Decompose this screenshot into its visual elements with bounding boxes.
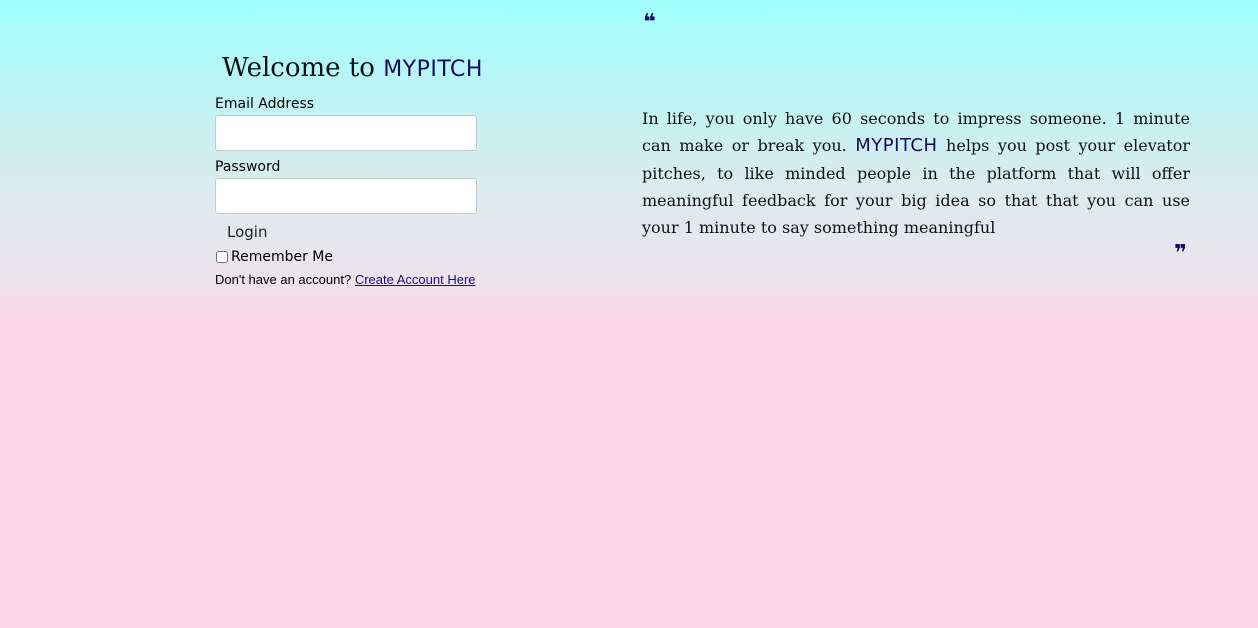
quote-open-icon: ❝ (643, 10, 656, 35)
login-button[interactable]: Login (227, 222, 267, 242)
remember-me-label: Remember Me (231, 249, 333, 265)
remember-me-checkbox[interactable] (216, 251, 228, 263)
brand-name: MYPITCH (383, 57, 483, 82)
signup-text: Don't have an account? (215, 272, 352, 287)
signup-prompt: Don't have an account? Create Account He… (215, 272, 485, 287)
email-label: Email Address (215, 96, 315, 112)
password-field[interactable] (215, 178, 477, 214)
create-account-link[interactable]: Create Account Here (355, 272, 476, 287)
login-panel: Welcome to MYPITCH Email Address Passwor… (215, 50, 485, 287)
remember-me-row: Remember Me (215, 249, 485, 265)
welcome-heading: Welcome to MYPITCH (222, 50, 485, 88)
about-text: In life, you only have 60 seconds to imp… (642, 105, 1190, 241)
quote-close-icon: ❞ (1174, 241, 1187, 266)
password-label: Password (215, 159, 281, 175)
email-field[interactable] (215, 115, 477, 151)
welcome-text: Welcome to (222, 53, 375, 83)
about-brand-name: MYPITCH (855, 135, 938, 157)
